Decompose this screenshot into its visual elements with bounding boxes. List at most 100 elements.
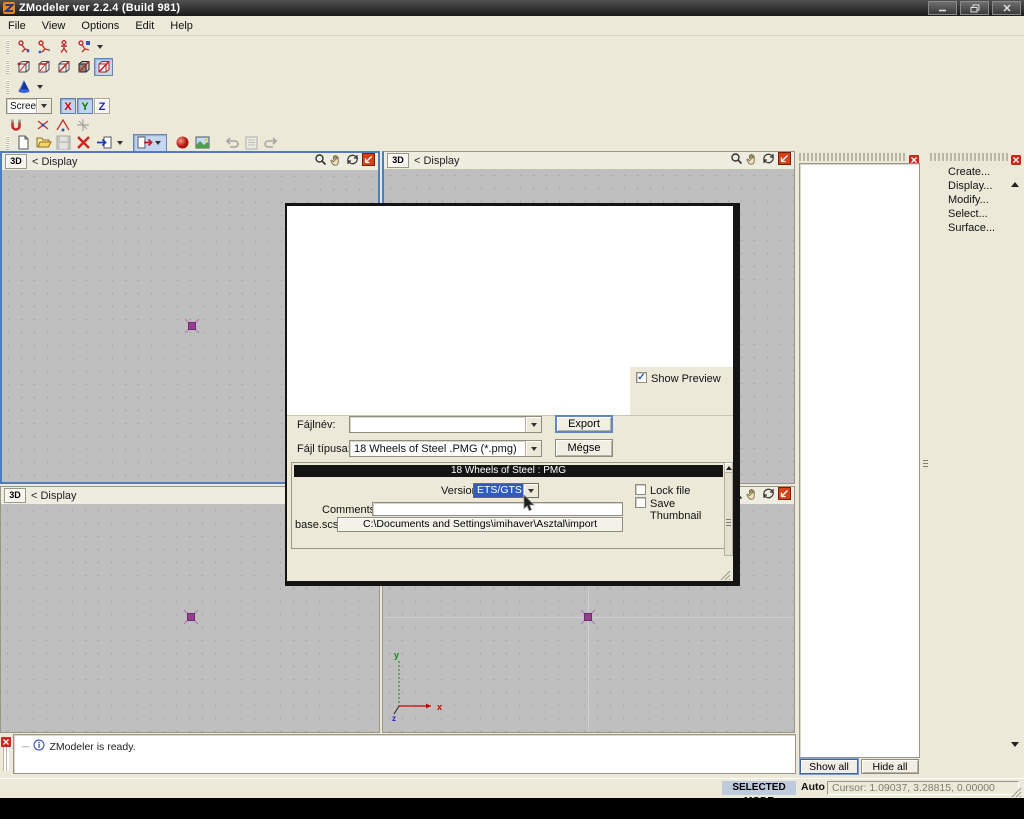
maximize-viewport-icon[interactable] xyxy=(362,153,375,171)
selected-vertex-marker[interactable] xyxy=(184,318,200,339)
viewport-type-button[interactable]: 3D xyxy=(5,154,27,169)
command-create[interactable]: Create... xyxy=(928,165,1012,179)
toolbar-grip[interactable] xyxy=(6,40,9,54)
export-button-pressed[interactable] xyxy=(133,134,167,152)
viewport-view-selector[interactable]: < Display xyxy=(414,155,460,167)
toolbar-grip[interactable] xyxy=(6,80,9,94)
filename-combobox[interactable] xyxy=(349,416,542,433)
log-panel[interactable]: ─ ZModeler is ready. xyxy=(13,734,796,774)
log-drag-grip[interactable] xyxy=(3,747,9,771)
axis-y-toggle[interactable]: Y xyxy=(77,98,93,114)
command-surface[interactable]: Surface... xyxy=(928,221,1012,235)
skeleton-tool-icon-4[interactable] xyxy=(74,38,93,56)
viewport-type-button[interactable]: 3D xyxy=(4,488,26,503)
menu-options[interactable]: Options xyxy=(73,18,127,34)
command-select[interactable]: Select... xyxy=(928,207,1012,221)
panel-drag-grip[interactable] xyxy=(930,153,1008,161)
selected-vertex-marker[interactable] xyxy=(580,609,596,630)
hide-all-button[interactable]: Hide all xyxy=(861,759,919,774)
level-polygons-icon[interactable] xyxy=(54,58,73,76)
close-panel-icon[interactable] xyxy=(909,152,919,162)
texture-browser-icon[interactable] xyxy=(193,134,212,152)
save-file-icon[interactable] xyxy=(54,134,73,152)
filename-dropdown-icon[interactable] xyxy=(525,417,541,432)
export-confirm-button[interactable]: Export xyxy=(555,415,613,433)
history-log-icon[interactable] xyxy=(242,134,261,152)
restore-button[interactable] xyxy=(960,1,989,15)
close-log-icon[interactable] xyxy=(1,734,11,744)
show-preview-checkbox[interactable]: ✓ xyxy=(636,372,647,383)
menu-file[interactable]: File xyxy=(0,18,34,34)
skeleton-tool-icon-3[interactable] xyxy=(54,38,73,56)
snap-grid-icon[interactable] xyxy=(73,116,92,134)
viewport-type-button[interactable]: 3D xyxy=(387,153,409,168)
level-edges-icon[interactable] xyxy=(34,58,53,76)
dialog-resize-grip-icon[interactable] xyxy=(719,568,731,581)
filetype-value[interactable]: 18 Wheels of Steel .PMG (*.pmg) xyxy=(350,443,525,455)
toolbar-grip[interactable] xyxy=(6,136,9,150)
scroll-up-icon[interactable] xyxy=(1011,165,1019,183)
scroll-down-icon[interactable] xyxy=(1011,747,1019,765)
primitives-dropdown-icon[interactable] xyxy=(37,85,43,89)
snap-edge-icon[interactable] xyxy=(53,116,72,134)
orbit-icon[interactable] xyxy=(762,487,775,505)
skeleton-tools-dropdown-icon[interactable] xyxy=(97,45,103,49)
space-selector[interactable]: Screen xyxy=(6,98,52,114)
resize-grip-icon[interactable] xyxy=(1011,785,1022,803)
minimize-button[interactable] xyxy=(928,1,957,15)
delete-icon[interactable] xyxy=(74,134,93,152)
axis-z-toggle[interactable]: Z xyxy=(94,98,110,114)
open-file-icon[interactable] xyxy=(34,134,53,152)
import-icon[interactable] xyxy=(94,134,113,152)
primitive-cone-icon[interactable] xyxy=(14,78,33,96)
level-objects-icon[interactable] xyxy=(94,58,113,76)
maximize-viewport-icon[interactable] xyxy=(778,152,791,170)
filetype-combobox[interactable]: 18 Wheels of Steel .PMG (*.pmg) xyxy=(349,440,542,457)
viewport-view-selector[interactable]: < Display xyxy=(31,490,77,502)
skeleton-tool-icon-1[interactable] xyxy=(14,38,33,56)
import-dropdown-icon[interactable] xyxy=(117,141,123,145)
redo-icon[interactable] xyxy=(262,134,281,152)
scrollbar-up-icon[interactable] xyxy=(725,463,732,473)
save-thumbnail-checkbox[interactable] xyxy=(635,497,646,508)
zoom-icon[interactable] xyxy=(730,152,743,170)
undo-icon[interactable] xyxy=(222,134,241,152)
new-file-icon[interactable] xyxy=(14,134,33,152)
panel-drag-grip[interactable] xyxy=(799,153,907,161)
pan-hand-icon[interactable] xyxy=(330,153,343,171)
space-selector-dropdown-icon[interactable] xyxy=(36,99,51,113)
snap-vertex-icon[interactable] xyxy=(33,116,52,134)
lock-file-checkbox[interactable] xyxy=(635,484,646,495)
menu-edit[interactable]: Edit xyxy=(127,18,162,34)
version-value[interactable]: ETS/GTS xyxy=(474,484,523,497)
level-surfaces-icon[interactable] xyxy=(74,58,93,76)
command-modify[interactable]: Modify... xyxy=(928,193,1012,207)
menu-view[interactable]: View xyxy=(34,18,74,34)
scene-tree[interactable] xyxy=(799,163,920,758)
orbit-icon[interactable] xyxy=(346,153,359,171)
scrollbar-thumb-grip[interactable] xyxy=(726,519,731,528)
title-bar[interactable]: ZModeler ver 2.2.4 (Build 981) xyxy=(0,0,1024,16)
level-vertices-icon[interactable] xyxy=(14,58,33,76)
viewport-view-selector[interactable]: < Display xyxy=(32,156,78,168)
maximize-viewport-icon[interactable] xyxy=(778,487,791,505)
orbit-icon[interactable] xyxy=(762,152,775,170)
close-button[interactable] xyxy=(992,1,1021,15)
magnet-snap-icon[interactable] xyxy=(6,116,25,134)
comments-input[interactable] xyxy=(372,502,623,516)
pan-hand-icon[interactable] xyxy=(746,152,759,170)
base-scs-path-button[interactable]: C:\Documents and Settings\imihaver\Aszta… xyxy=(337,517,623,532)
zoom-icon[interactable] xyxy=(314,153,327,171)
show-all-button[interactable]: Show all xyxy=(800,759,858,774)
menu-help[interactable]: Help xyxy=(162,18,201,34)
axis-x-toggle[interactable]: X xyxy=(60,98,76,114)
pan-hand-icon[interactable] xyxy=(746,487,759,505)
filetype-dropdown-icon[interactable] xyxy=(525,441,541,456)
selected-vertex-marker[interactable] xyxy=(183,609,199,630)
material-editor-icon[interactable] xyxy=(173,134,192,152)
cancel-button[interactable]: Mégse xyxy=(555,439,613,457)
skeleton-tool-icon-2[interactable] xyxy=(34,38,53,56)
toolbar-grip[interactable] xyxy=(6,60,9,74)
close-panel-icon[interactable] xyxy=(1011,152,1021,162)
dialog-scrollbar[interactable] xyxy=(724,462,733,556)
